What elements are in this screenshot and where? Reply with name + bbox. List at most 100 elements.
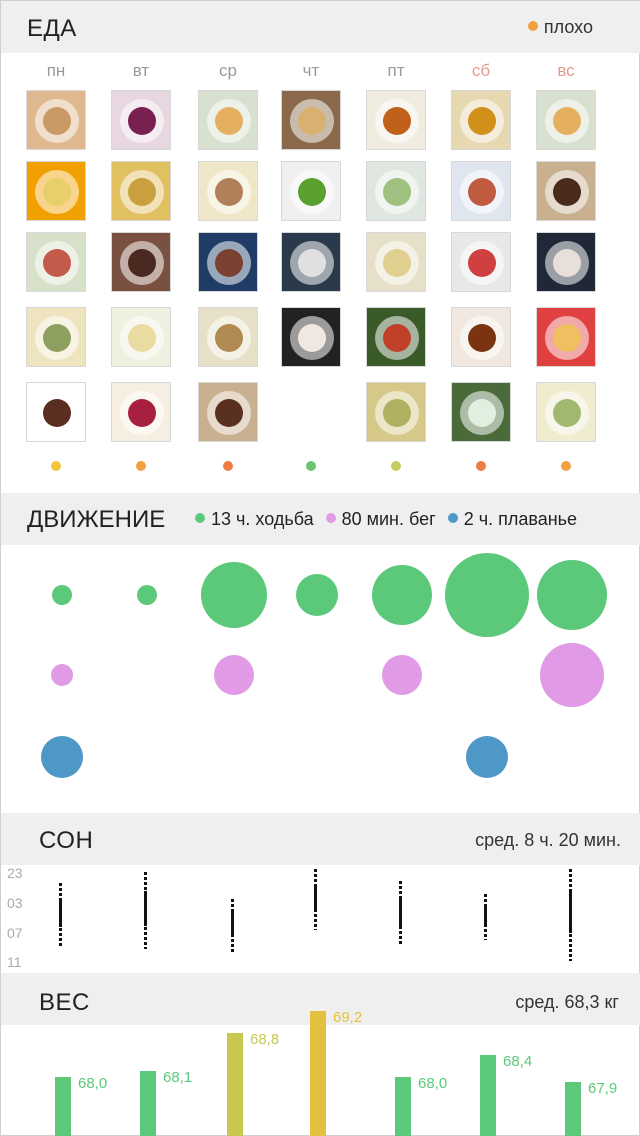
- walk-bubble: [52, 585, 72, 605]
- meal-photo: [26, 161, 86, 221]
- dish: [298, 324, 326, 352]
- meal-photo: [26, 382, 86, 442]
- sleep-deep-segment: [231, 912, 234, 937]
- weight-value-label: 68,0: [78, 1074, 108, 1092]
- sleep-bar: [144, 872, 147, 949]
- sleep-bar: [59, 883, 62, 947]
- weight-value-label: 69,2: [333, 1008, 363, 1026]
- movement-legend-label: 13 ч. ходьба: [211, 509, 314, 529]
- walk-bubble: [445, 553, 529, 637]
- sleep-deep-segment: [569, 892, 572, 934]
- dish: [383, 178, 411, 206]
- walk-bubble: [201, 562, 267, 628]
- weight-value-label: 68,4: [503, 1052, 533, 1070]
- weight-average: сред. 68,3 кг: [515, 992, 619, 1012]
- dish: [43, 107, 71, 135]
- meal-photo: [536, 161, 596, 221]
- walk-bubble: [296, 574, 338, 616]
- weight-title: ВЕС: [39, 989, 90, 1016]
- walk-bubble: [372, 565, 432, 625]
- meal-photo: [536, 232, 596, 292]
- dish: [553, 249, 581, 277]
- day-label: вт: [132, 61, 150, 80]
- meal-photo: [26, 307, 86, 367]
- swim-bubble: [41, 736, 83, 778]
- meal-photo: [451, 90, 511, 150]
- app-frame: ЕДА плохо пн вт ср чт пт сб вс ДВИЖЕНИЕ 13 ч. …: [0, 0, 640, 1136]
- sleep-axis-tick: 07: [7, 925, 23, 941]
- day-label: вс: [557, 61, 575, 80]
- weight-bar: [140, 1071, 156, 1136]
- sleep-deep-segment: [484, 905, 487, 927]
- food-legend-label: плохо: [543, 17, 593, 37]
- meal-photo: [451, 232, 511, 292]
- movement-legend-item: 80 мин. бег: [325, 509, 436, 529]
- dish: [468, 399, 496, 427]
- dish: [43, 324, 71, 352]
- sleep-deep-segment: [399, 896, 402, 926]
- weight-bar: [310, 1010, 326, 1136]
- meal-photo: [111, 90, 171, 150]
- dish: [553, 178, 581, 206]
- meal-photo: [366, 161, 426, 221]
- dish: [468, 107, 496, 135]
- meal-photo: [111, 232, 171, 292]
- dish: [215, 178, 243, 206]
- movement-legend-item: 13 ч. ходьба: [195, 509, 314, 529]
- meal-photo: [198, 307, 258, 367]
- weight-bar: [480, 1054, 496, 1136]
- meal-photo: [366, 232, 426, 292]
- weight-value-label: 68,0: [418, 1074, 448, 1092]
- sleep-deep-segment: [314, 884, 317, 912]
- sleep-axis-tick: 11: [7, 954, 22, 970]
- movement-legend: 13 ч. ходьба 80 мин. бег 2 ч. плаванье: [195, 509, 589, 530]
- dish: [43, 399, 71, 427]
- meal-photo: [198, 90, 258, 150]
- meal-photo: [111, 161, 171, 221]
- dish: [553, 399, 581, 427]
- dish: [468, 178, 496, 206]
- movement-legend-dot: [325, 513, 336, 524]
- sleep-deep-segment: [144, 891, 147, 926]
- sleep-bar: [484, 893, 487, 941]
- meal-photo: [111, 382, 171, 442]
- run-bubble: [51, 664, 73, 686]
- day-label: пт: [387, 61, 405, 80]
- meal-photo: [198, 382, 258, 442]
- movement-legend-dot: [195, 513, 205, 524]
- food-legend: плохо: [527, 17, 593, 38]
- sleep-bar: [399, 880, 402, 946]
- sleep-axis-tick: 23: [7, 865, 23, 881]
- dish: [383, 107, 411, 135]
- dish: [383, 324, 411, 352]
- day-label: сб: [471, 61, 491, 80]
- dish: [298, 249, 326, 277]
- bad-food-legend-dot: [527, 21, 538, 32]
- dish: [383, 399, 411, 427]
- weight-bar: [565, 1082, 581, 1136]
- dish: [215, 249, 243, 277]
- meal-photo: [536, 90, 596, 150]
- day-label: ср: [219, 61, 237, 80]
- sleep-bar: [314, 869, 317, 931]
- dish: [215, 399, 243, 427]
- meal-photo: [281, 90, 341, 150]
- meal-photo: [281, 161, 341, 221]
- dish: [128, 249, 156, 277]
- day-rating-dot: [561, 461, 571, 471]
- dish: [128, 178, 156, 206]
- movement-legend-label: 80 мин. бег: [341, 509, 436, 529]
- sleep-bar: [569, 869, 572, 962]
- sleep-bar: [231, 898, 234, 953]
- weight-value-label: 68,1: [163, 1069, 193, 1086]
- dish: [215, 107, 243, 135]
- meal-photo: [26, 90, 86, 150]
- run-bubble: [382, 655, 422, 695]
- meal-photo: [451, 161, 511, 221]
- run-bubble: [540, 643, 604, 707]
- meal-photo: [281, 232, 341, 292]
- weight-bar: [227, 1032, 243, 1136]
- movement-legend-label: 2 ч. плаванье: [463, 509, 578, 529]
- meal-photo: [26, 232, 86, 292]
- day-rating-dot: [306, 461, 316, 471]
